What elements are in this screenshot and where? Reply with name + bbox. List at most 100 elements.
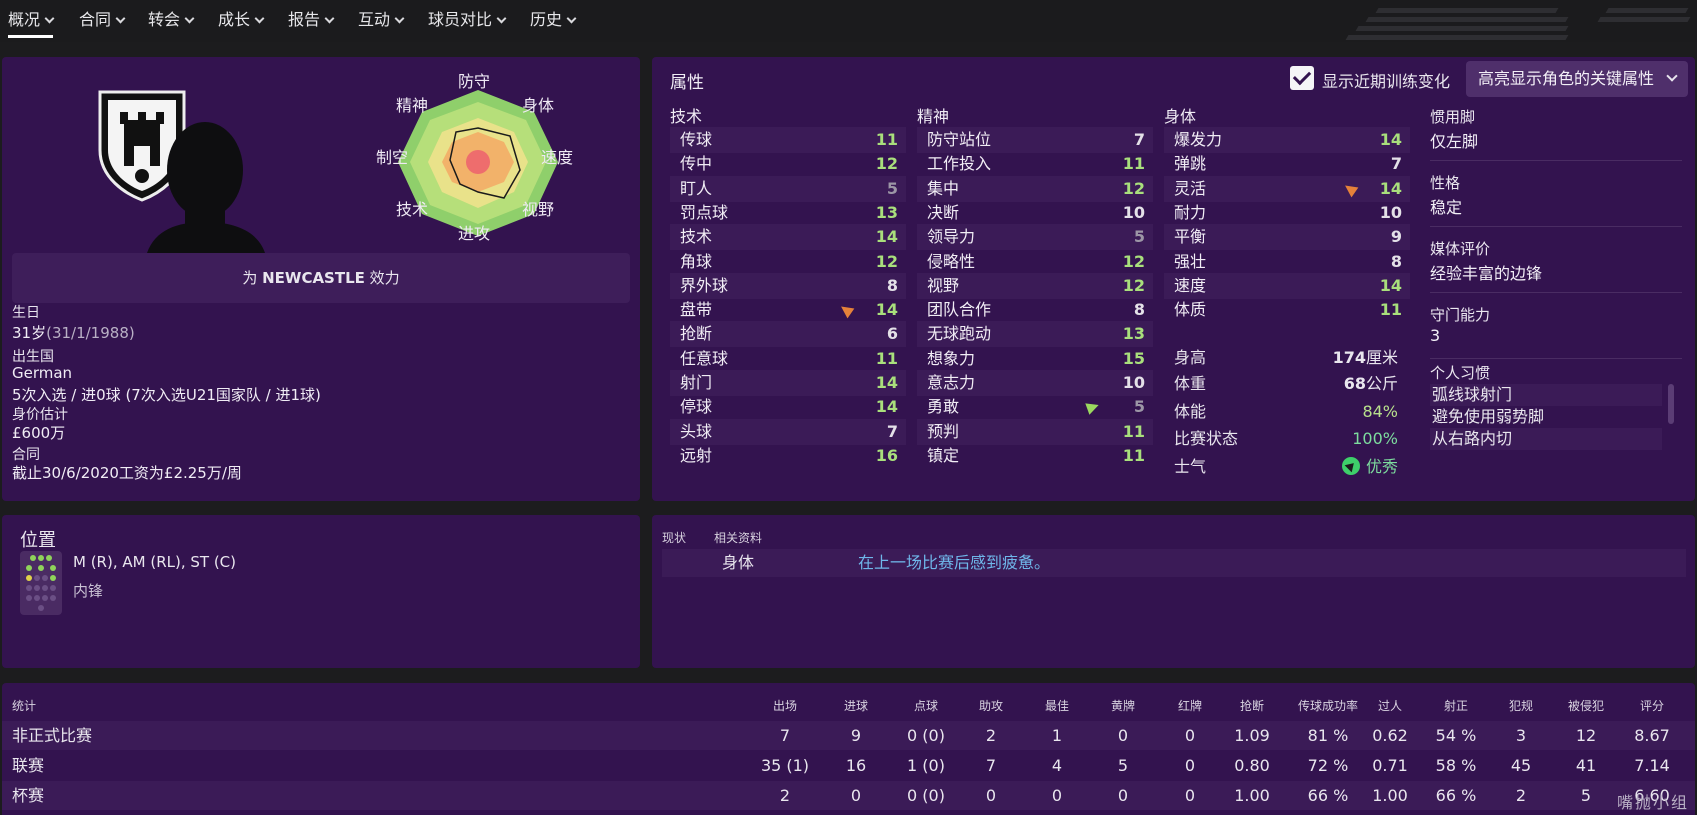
- attribute-row[interactable]: 强壮 8: [1164, 249, 1410, 275]
- attribute-row[interactable]: 传中 12: [670, 151, 906, 177]
- attribute-row[interactable]: 无球跑动 13: [917, 321, 1153, 348]
- morale-row: 士气 优秀: [1174, 457, 1398, 476]
- attribute-row[interactable]: 团队合作 8: [917, 297, 1153, 323]
- attribute-name: 射门: [680, 373, 713, 392]
- attribute-value: 12: [875, 154, 898, 174]
- attribute-row[interactable]: 技术 14: [670, 224, 906, 251]
- radar-label-mental: 精神: [396, 96, 429, 115]
- position-title: 位置: [20, 530, 56, 551]
- highlight-role-dropdown[interactable]: 高亮显示角色的关键属性: [1466, 61, 1688, 97]
- attribute-value: 11: [1379, 300, 1402, 320]
- attribute-row[interactable]: 界外球 8: [670, 272, 906, 299]
- attribute-row[interactable]: 集中 12: [917, 175, 1153, 202]
- attribute-row[interactable]: 头球 7: [670, 418, 906, 445]
- tab-development[interactable]: 成长: [218, 0, 265, 42]
- attribute-row[interactable]: 远射 16: [670, 443, 906, 469]
- attribute-value: 9: [1390, 227, 1402, 247]
- attribute-row[interactable]: 防守站位 7: [917, 127, 1153, 153]
- divider: [1430, 292, 1682, 293]
- radar-label-defence: 防守: [458, 72, 491, 91]
- morale-up-icon: [1341, 457, 1360, 475]
- stats-column-header[interactable]: 抢断: [1212, 697, 1292, 714]
- positions-list: M (R), AM (RL), ST (C): [73, 553, 236, 571]
- attribute-row[interactable]: 弹跳 7: [1164, 151, 1410, 177]
- attribute-row[interactable]: 速度 14: [1164, 272, 1410, 299]
- attribute-row[interactable]: 任意球 11: [670, 346, 906, 372]
- player-role: 内锋: [73, 582, 104, 600]
- attribute-row[interactable]: 停球 14: [670, 394, 906, 420]
- attribute-row[interactable]: 盘带 14: [670, 297, 906, 323]
- status-panel: [652, 515, 1695, 668]
- attribute-value: 14: [1379, 178, 1402, 198]
- stats-column-header[interactable]: 评分: [1612, 697, 1692, 714]
- nationality-label: 出生国: [12, 349, 54, 365]
- stats-column-header[interactable]: 出场: [745, 697, 825, 714]
- attribute-row[interactable]: 抢断 6: [670, 321, 906, 348]
- tab-compare[interactable]: 球员对比: [428, 0, 507, 42]
- stats-row[interactable]: 联赛 35 (1) 16 1 (0) 7 4 5 0 0.80 72 % 0.71 58 % 45 41 7…: [2, 751, 1695, 780]
- tab-contract[interactable]: 合同: [79, 0, 126, 42]
- attribute-value: 7: [1133, 130, 1145, 149]
- attribute-row[interactable]: 领导力 5: [917, 224, 1153, 251]
- attribute-value: 13: [1122, 324, 1145, 344]
- stats-row[interactable]: 非正式比赛 7 9 0 (0) 2 1 0 0 1.09 81 % 0.62 54 % 3 12 8.67: [2, 721, 1695, 750]
- attribute-row[interactable]: 灵活 14: [1164, 175, 1410, 202]
- attribute-row[interactable]: 想象力 15: [917, 346, 1153, 372]
- birth-label: 生日: [12, 305, 40, 321]
- attribute-row[interactable]: 侵略性 12: [917, 249, 1153, 275]
- attribute-name: 抢断: [680, 324, 713, 344]
- stats-cell: 7: [779, 726, 791, 745]
- habits-scrollbar[interactable]: [1668, 384, 1674, 424]
- player-silhouette: [147, 122, 265, 253]
- attribute-name: 强壮: [1174, 251, 1207, 271]
- tab-related-info[interactable]: 相关资料: [714, 529, 762, 546]
- attribute-name: 镇定: [927, 445, 960, 465]
- tab-current-status[interactable]: 现状: [662, 529, 686, 546]
- attribute-row[interactable]: 角球 12: [670, 249, 906, 275]
- stats-column-header[interactable]: 进球: [816, 697, 896, 714]
- attribute-row[interactable]: 视野 12: [917, 272, 1153, 299]
- attribute-value: 16: [875, 445, 898, 465]
- weight-row: 体重 68公斤: [1174, 374, 1398, 393]
- show-training-checkbox[interactable]: [1290, 66, 1314, 90]
- attribute-row[interactable]: 平衡 9: [1164, 224, 1410, 251]
- attribute-name: 头球: [680, 421, 713, 441]
- attribute-increase-icon: [1085, 399, 1101, 415]
- radar-label-attack: 进攻: [458, 224, 491, 243]
- tab-reports[interactable]: 报告: [288, 0, 335, 42]
- attribute-row[interactable]: 罚点球 13: [670, 200, 906, 226]
- attribute-row[interactable]: 工作投入 11: [917, 151, 1153, 177]
- attribute-row[interactable]: 传球 11: [670, 127, 906, 153]
- tab-interaction[interactable]: 互动: [358, 0, 405, 42]
- attribute-row[interactable]: 勇敢 5: [917, 394, 1153, 420]
- tab-transfer[interactable]: 转会: [148, 0, 195, 42]
- attribute-value: 15: [1122, 348, 1145, 368]
- attribute-name: 勇敢: [927, 397, 960, 417]
- attribute-value: 11: [1122, 421, 1145, 441]
- stats-column-header[interactable]: 统计: [12, 697, 36, 714]
- tab-history[interactable]: 历史: [530, 0, 577, 42]
- attribute-row[interactable]: 预判 11: [917, 418, 1153, 445]
- goalkeeping-label: 守门能力: [1430, 306, 1491, 324]
- attribute-row[interactable]: 意志力 10: [917, 370, 1153, 396]
- attribute-name: 传球: [680, 130, 713, 149]
- attribute-row[interactable]: 盯人 5: [670, 175, 906, 202]
- preferred-foot-label: 惯用脚: [1430, 108, 1476, 126]
- attribute-name: 盯人: [680, 178, 713, 198]
- tab-overview[interactable]: 概况: [8, 0, 55, 42]
- attribute-row[interactable]: 射门 14: [670, 370, 906, 396]
- attribute-row[interactable]: 镇定 11: [917, 443, 1153, 469]
- position-pitch-icon: [20, 551, 62, 615]
- attribute-name: 团队合作: [927, 300, 992, 320]
- physical-heading: 身体: [1164, 107, 1197, 126]
- stats-row[interactable]: 杯赛 2 0 0 (0) 0 0 0 0 1.00 66 % 1.00 66 % 2 5 6.60: [2, 781, 1695, 810]
- attribute-row[interactable]: 体质 11: [1164, 297, 1410, 323]
- stats-cell: 35 (1): [760, 756, 810, 775]
- attribute-name: 想象力: [927, 348, 976, 368]
- attribute-row[interactable]: 爆发力 14: [1164, 127, 1410, 153]
- value-amount: £600万: [12, 424, 66, 442]
- attribute-value: 10: [1379, 202, 1402, 222]
- chevron-down-icon: [184, 13, 195, 24]
- attribute-row[interactable]: 决断 10: [917, 200, 1153, 226]
- attribute-row[interactable]: 耐力 10: [1164, 200, 1410, 226]
